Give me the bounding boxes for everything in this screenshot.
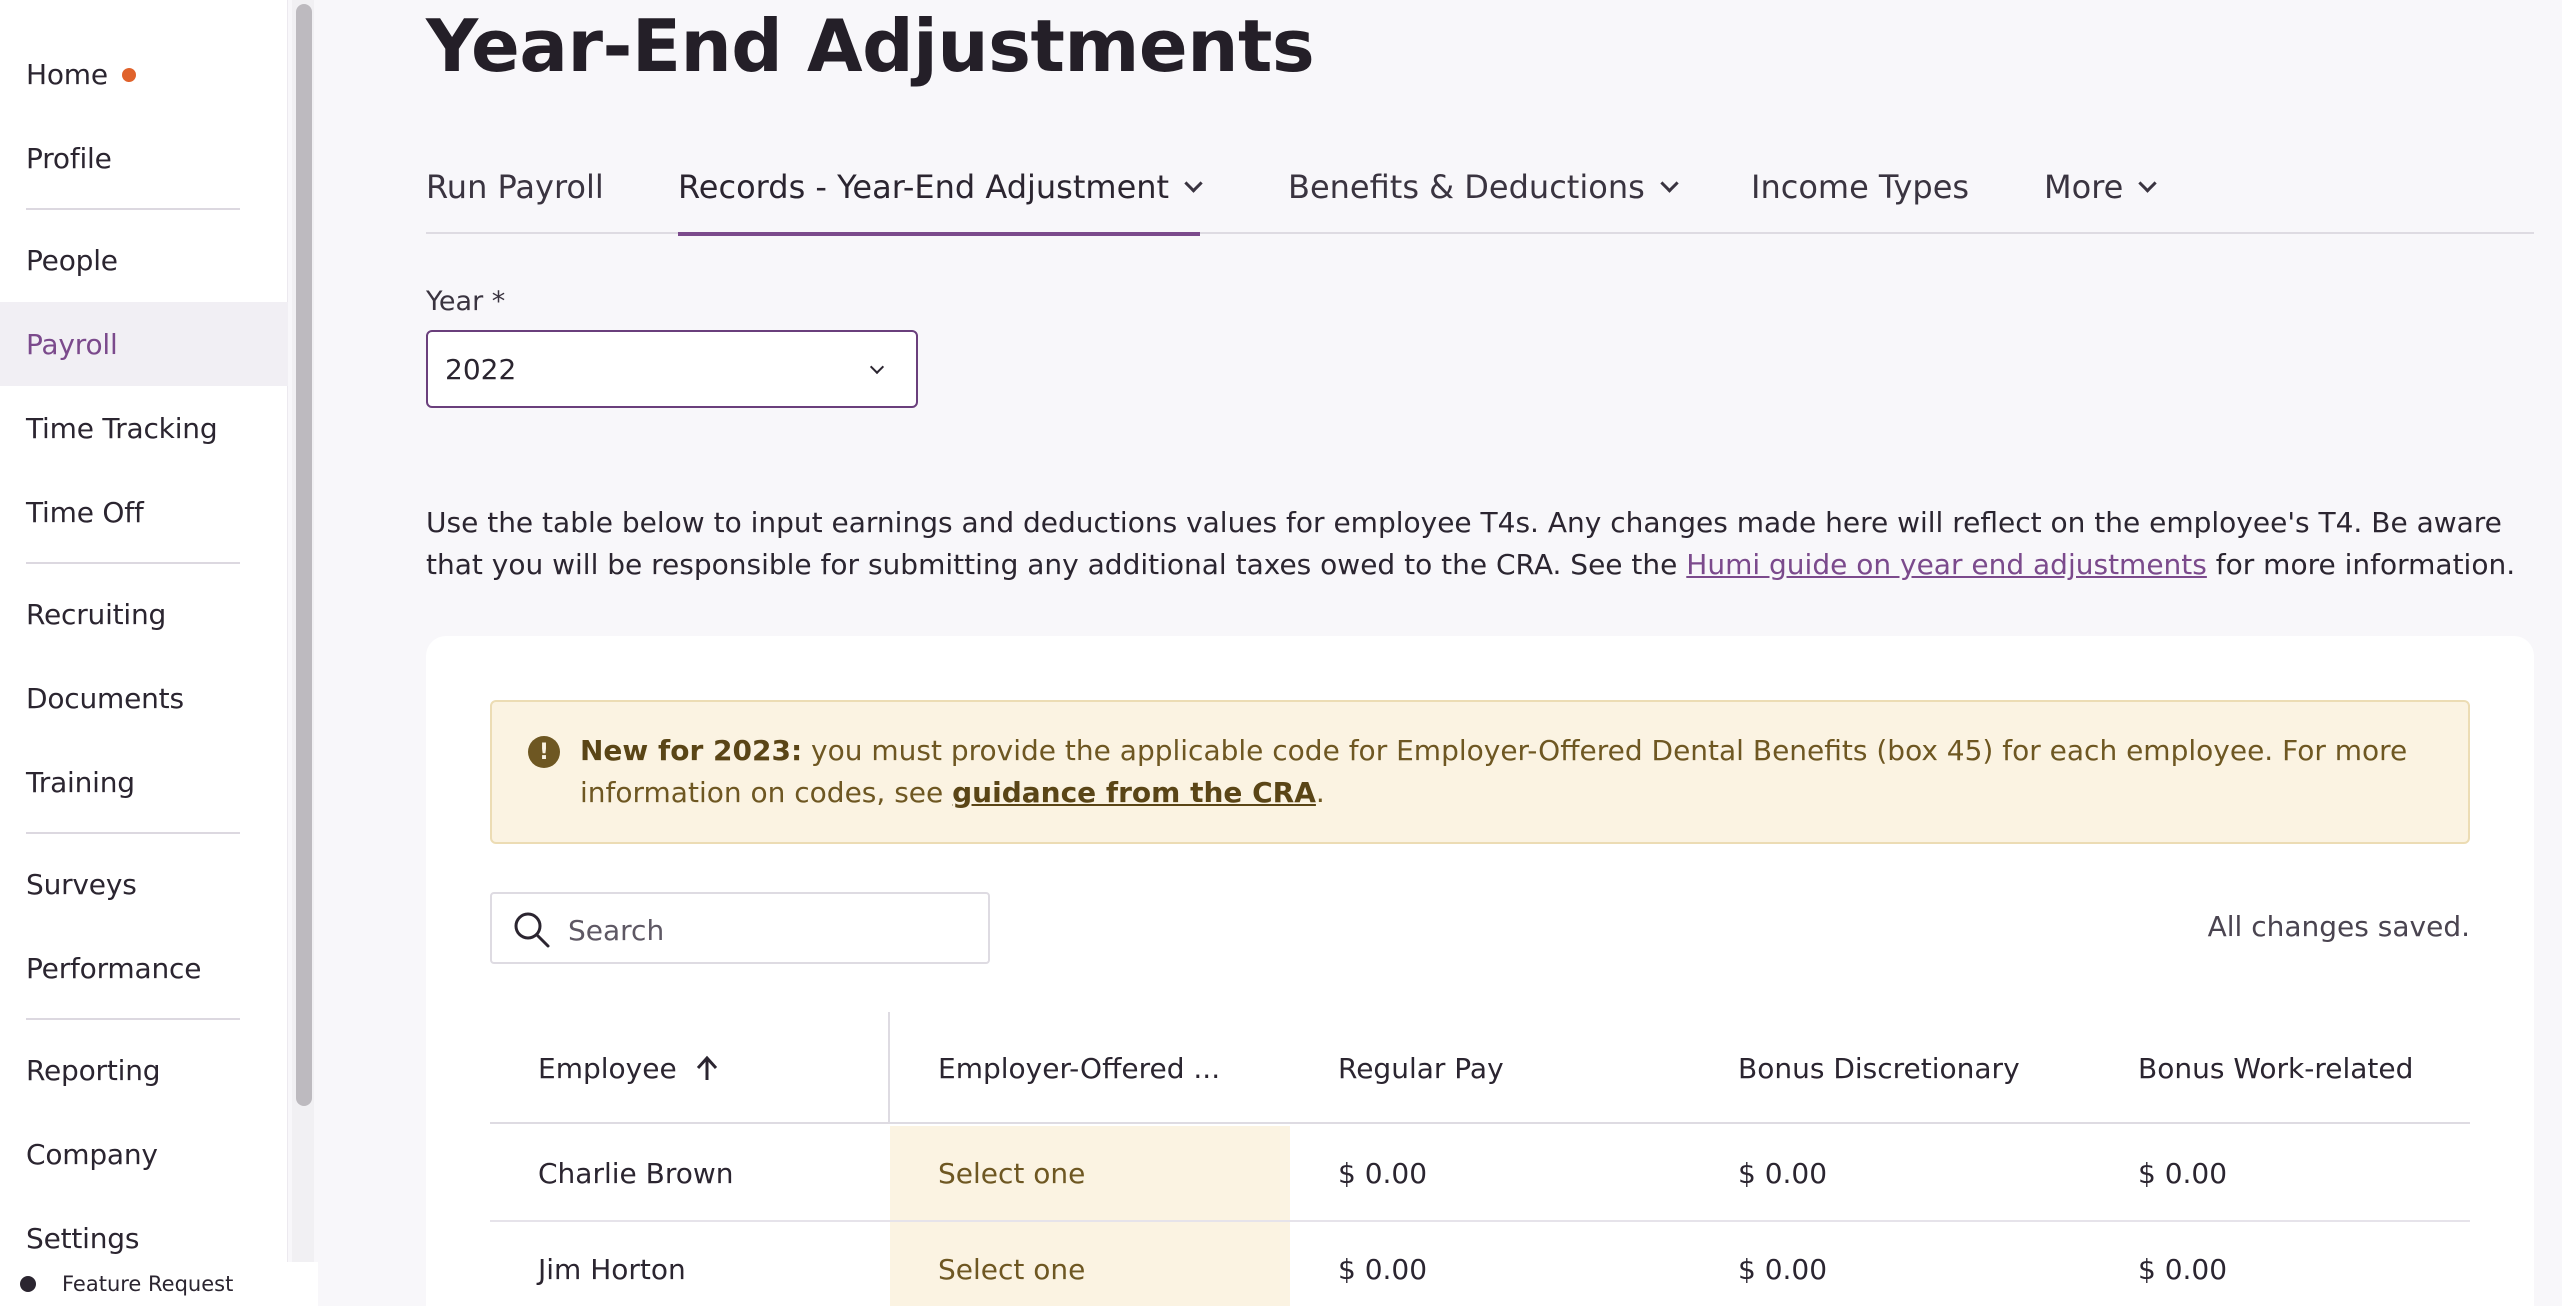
sidebar-item-label: Profile (26, 141, 112, 175)
sidebar-item-label: Time Off (26, 495, 144, 529)
sidebar-item-home[interactable]: Home (0, 32, 288, 116)
intro-text: Use the table below to input earnings an… (426, 502, 2536, 586)
alert-end: . (1315, 776, 1325, 809)
sidebar-item-label: Company (26, 1137, 158, 1171)
column-header-bonus-work-related[interactable]: Bonus Work-related (2138, 1012, 2413, 1124)
feature-request-label: Feature Request (62, 1272, 234, 1296)
regular-pay-cell[interactable]: $ 0.00 (1338, 1126, 1427, 1220)
column-header-label: Regular Pay (1338, 1051, 1504, 1085)
tab-label: Records - Year-End Adjustment (678, 168, 1170, 206)
sidebar-item-company[interactable]: Company (0, 1112, 288, 1196)
intro-text-end: for more information. (2206, 548, 2516, 581)
sidebar-divider (26, 832, 240, 834)
tab-label: Income Types (1751, 168, 1970, 206)
column-divider[interactable] (888, 1012, 890, 1124)
table-row: Jim Horton Select one $ 0.00 $ 0.00 $ 0.… (490, 1222, 2470, 1306)
chevron-down-icon (869, 359, 885, 375)
bonus-discretionary-cell[interactable]: $ 0.00 (1738, 1222, 1827, 1306)
feature-request-button[interactable]: Feature Request (0, 1262, 318, 1306)
bonus-work-related-cell[interactable]: $ 0.00 (2138, 1222, 2227, 1306)
column-header-regular-pay[interactable]: Regular Pay (1338, 1012, 1504, 1124)
sort-ascending-icon (696, 1055, 717, 1080)
dental-code-select[interactable]: Select one (890, 1126, 1290, 1220)
bonus-discretionary-cell[interactable]: $ 0.00 (1738, 1126, 1827, 1220)
tab-label: More (2044, 168, 2124, 206)
sidebar-item-label: Performance (26, 951, 202, 985)
regular-pay-cell[interactable]: $ 0.00 (1338, 1222, 1427, 1306)
sidebar-item-payroll[interactable]: Payroll (0, 302, 288, 386)
column-header-label: Bonus Work-related (2138, 1051, 2414, 1085)
sidebar-item-label: Payroll (26, 327, 118, 361)
employee-name-cell: Charlie Brown (538, 1156, 734, 1190)
tab-income-types[interactable]: Income Types (1751, 140, 1969, 234)
alert-body: you must provide the applicable code for… (580, 734, 2408, 809)
sidebar-scrollbar-thumb[interactable] (296, 4, 312, 1106)
sidebar-item-label: Settings (26, 1221, 140, 1255)
alert-text: New for 2023: you must provide the appli… (580, 730, 2440, 814)
sidebar-item-documents[interactable]: Documents (0, 656, 288, 740)
sidebar-item-people[interactable]: People (0, 218, 288, 302)
sidebar-item-label: Training (26, 765, 135, 799)
feature-request-icon (20, 1276, 36, 1292)
sidebar-item-label: Recruiting (26, 597, 167, 631)
column-header-bonus-discretionary[interactable]: Bonus Discretionary (1738, 1012, 2020, 1124)
sidebar-item-surveys[interactable]: Surveys (0, 842, 288, 926)
tab-more[interactable]: More (2044, 140, 2158, 234)
sidebar: Home Profile People Payroll Time Trackin… (0, 0, 288, 1306)
tab-run-payroll[interactable]: Run Payroll (426, 140, 604, 234)
sidebar-item-reporting[interactable]: Reporting (0, 1028, 288, 1112)
employee-name-cell: Jim Horton (538, 1252, 686, 1286)
exclamation-circle-icon: ! (528, 736, 560, 768)
humi-guide-link[interactable]: Humi guide on year end adjustments (1686, 548, 2207, 581)
sidebar-divider (26, 562, 240, 564)
save-status: All changes saved. (2207, 910, 2470, 943)
year-field-label: Year * (426, 286, 506, 317)
dental-code-select[interactable]: Select one (890, 1222, 1290, 1306)
sidebar-divider (26, 208, 240, 210)
sidebar-item-label: Reporting (26, 1053, 161, 1087)
sidebar-item-label: People (26, 243, 118, 277)
column-header-employee[interactable]: Employee (538, 1012, 719, 1124)
search-icon (514, 912, 550, 948)
tab-label: Run Payroll (426, 168, 604, 206)
cra-guidance-link[interactable]: guidance from the CRA (952, 776, 1316, 809)
year-select[interactable]: 2022 (426, 330, 918, 408)
year-select-value: 2022 (445, 352, 517, 386)
sidebar-item-label: Surveys (26, 867, 137, 901)
adjustments-card: ! New for 2023: you must provide the app… (426, 636, 2534, 1306)
search-input[interactable] (568, 908, 968, 952)
table-header: Employee Employer-Offered ... Regular Pa… (490, 1012, 2470, 1124)
sidebar-item-time-off[interactable]: Time Off (0, 470, 288, 554)
table-row: Charlie Brown Select one $ 0.00 $ 0.00 $… (490, 1126, 2470, 1222)
sidebar-item-profile[interactable]: Profile (0, 116, 288, 200)
sidebar-item-time-tracking[interactable]: Time Tracking (0, 386, 288, 470)
sidebar-item-performance[interactable]: Performance (0, 926, 288, 1010)
info-alert: ! New for 2023: you must provide the app… (490, 700, 2470, 844)
search-box[interactable] (490, 892, 990, 964)
notification-dot-icon (121, 68, 136, 82)
tab-bar: Run Payroll Records - Year-End Adjustmen… (426, 140, 2534, 236)
bonus-work-related-cell[interactable]: $ 0.00 (2138, 1126, 2227, 1220)
page-title: Year-End Adjustments (426, 4, 1315, 88)
sidebar-item-recruiting[interactable]: Recruiting (0, 572, 288, 656)
column-header-employer-offered[interactable]: Employer-Offered ... (938, 1012, 1220, 1124)
sidebar-divider (26, 1018, 240, 1020)
column-header-label: Employer-Offered ... (938, 1051, 1221, 1085)
sidebar-item-label: Documents (26, 681, 184, 715)
chevron-down-icon (1184, 173, 1203, 193)
tab-label: Benefits & Deductions (1288, 168, 1645, 206)
sidebar-item-label: Home (26, 57, 108, 91)
sidebar-item-label: Time Tracking (26, 411, 218, 445)
chevron-down-icon (1660, 173, 1679, 193)
sidebar-item-training[interactable]: Training (0, 740, 288, 824)
column-header-label: Bonus Discretionary (1738, 1051, 2020, 1085)
tab-benefits-deductions[interactable]: Benefits & Deductions (1288, 140, 1679, 234)
column-header-label: Employee (538, 1051, 677, 1085)
alert-bold: New for 2023: (580, 734, 803, 767)
chevron-down-icon (2138, 173, 2158, 193)
tab-records-year-end-adjustment[interactable]: Records - Year-End Adjustment (678, 140, 1203, 236)
